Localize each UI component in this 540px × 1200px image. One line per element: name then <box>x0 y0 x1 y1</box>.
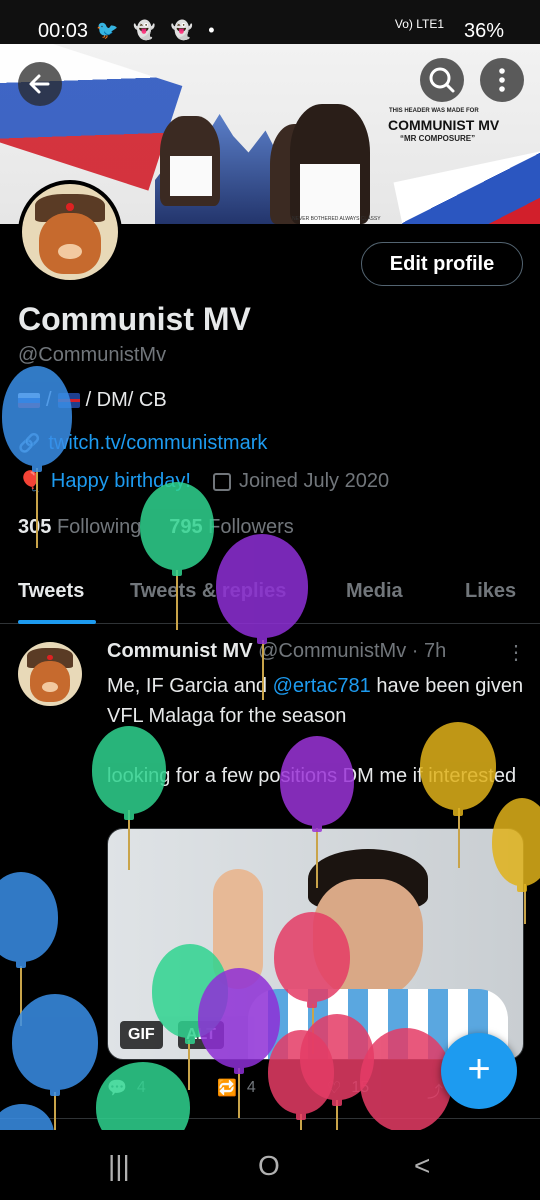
profile-handle: @CommunistMv <box>18 344 167 366</box>
tab-media[interactable]: Media <box>346 580 403 603</box>
balloon-decoration <box>216 534 308 644</box>
banner-kit-3 <box>300 164 360 224</box>
balloon-decoration <box>360 1028 452 1138</box>
profile-avatar[interactable] <box>18 180 122 284</box>
calendar-icon <box>212 472 231 491</box>
balloon-decoration <box>280 736 354 832</box>
gif-badge: GIF <box>120 1021 163 1049</box>
balloon-decoration <box>12 994 98 1096</box>
active-tab-indicator <box>18 620 96 624</box>
notification-icons: 🐦 👻 👻 • <box>96 20 220 40</box>
tweet-divider <box>0 1118 540 1119</box>
network-indicator: Vo) LTE1 <box>394 17 444 31</box>
edit-profile-button[interactable]: Edit profile <box>361 242 523 286</box>
retweet-button[interactable]: 🔁 4 <box>217 1078 256 1098</box>
profile-name: Communist MV <box>18 301 251 337</box>
status-bar: 00:03 🐦 👻 👻 • Vo) LTE1 36% <box>0 0 540 44</box>
banner-nickname: “MR COMPOSURE” <box>400 134 476 143</box>
balloon-decoration <box>92 726 166 820</box>
status-time: 00:03 <box>38 20 89 42</box>
recent-apps-button[interactable]: ||| <box>108 1150 130 1182</box>
bear-avatar-image <box>22 184 118 280</box>
balloon-decoration <box>492 798 540 892</box>
banner-kit-1 <box>170 156 212 196</box>
banner-title: COMMUNIST MV <box>388 117 500 133</box>
tab-tweets[interactable]: Tweets <box>18 580 84 603</box>
banner-flag-right <box>393 147 540 224</box>
tab-likes[interactable]: Likes <box>465 580 516 603</box>
arrow-left-icon <box>29 74 50 94</box>
more-options-button[interactable] <box>480 58 524 102</box>
retweet-icon: 🔁 <box>217 1080 237 1097</box>
search-button[interactable] <box>420 58 464 102</box>
banner-tagline: NEVER BOTHERED ALWAYS CLASSY <box>292 216 381 222</box>
tweet-author-meta: @CommunistMv · 7h <box>258 640 447 662</box>
bio-text: / DM/ CB <box>85 389 167 411</box>
balloon-decoration <box>274 912 350 1008</box>
profile-link[interactable]: twitch.tv/communistmark <box>48 432 267 455</box>
tweet-avatar[interactable] <box>18 642 82 706</box>
profile-meta-row: 🎈 Happy birthday! Joined July 2020 <box>18 469 389 494</box>
tweet-author-name[interactable]: Communist MV <box>107 640 253 662</box>
balloon-decoration <box>2 366 72 472</box>
balloon-decoration <box>420 722 496 816</box>
joined-date: Joined July 2020 <box>238 470 390 492</box>
back-button[interactable] <box>18 62 62 106</box>
mention-link[interactable]: @ertac781 <box>273 675 371 697</box>
battery-level: 36% <box>463 20 504 42</box>
balloon-decoration <box>140 482 214 576</box>
balloon-icon: 🎈 <box>18 471 43 493</box>
more-vertical-icon <box>499 68 505 92</box>
search-icon <box>429 67 455 93</box>
system-nav-bar: ||| O < <box>0 1130 540 1200</box>
tweet-more-icon[interactable]: ⋮ <box>506 640 526 665</box>
balloon-decoration <box>198 968 280 1074</box>
compose-tweet-button[interactable]: + <box>441 1033 517 1109</box>
tweet-header: Communist MV @CommunistMv · 7h <box>107 640 446 663</box>
banner-subtitle: THIS HEADER WAS MADE FOR <box>389 108 479 114</box>
system-back-button[interactable]: < <box>414 1150 430 1182</box>
balloon-decoration <box>0 872 58 968</box>
home-button[interactable]: O <box>258 1150 280 1182</box>
